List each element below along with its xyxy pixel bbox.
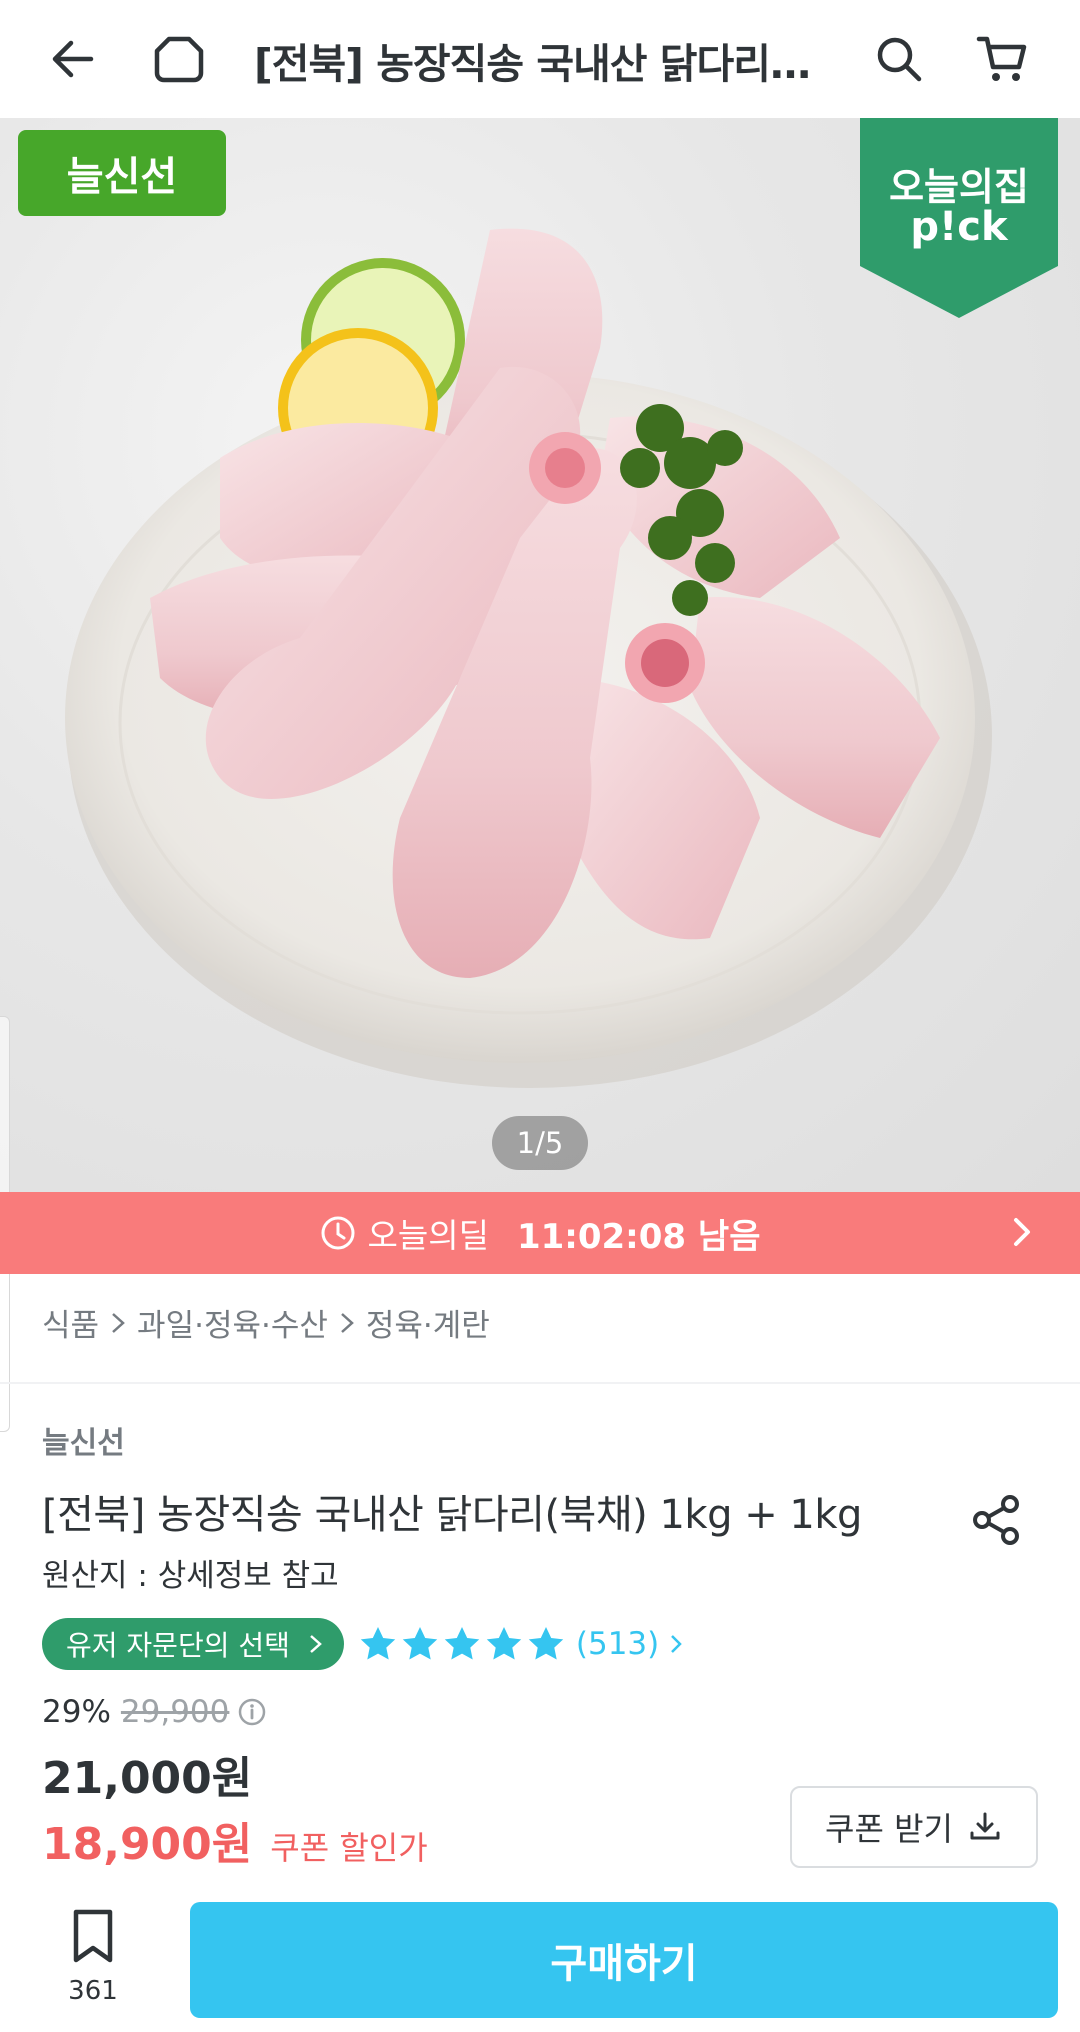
coupon-price-row: 18,900원 쿠폰 할인가 — [42, 1808, 428, 1872]
get-coupon-label: 쿠폰 받기 — [825, 1810, 953, 1848]
buy-button[interactable]: 구매하기 — [190, 1902, 1058, 2018]
home-icon[interactable] — [146, 26, 212, 92]
brand-name[interactable]: 늘신선 — [42, 1418, 125, 1462]
chevron-right-icon — [341, 1312, 354, 1333]
bottom-action-bar: 361 구매하기 — [0, 1890, 1080, 2032]
chevron-right-icon — [112, 1312, 125, 1333]
coupon-price-label: 쿠폰 할인가 — [270, 1829, 428, 1867]
ohouse-pick-badge: 오늘의집 p!ck — [860, 118, 1058, 318]
chevron-right-icon — [671, 1635, 683, 1653]
info-icon[interactable] — [237, 1697, 267, 1727]
coupon-price: 18,900원 — [42, 1819, 253, 1870]
star-icon — [486, 1627, 522, 1660]
review-count-link[interactable]: (513) — [576, 1626, 659, 1662]
top-app-bar: [전북] 농장직송 국내산 닭다리(북채) 1kg + 1kg — [0, 0, 1080, 118]
user-panel-choice-badge[interactable]: 유저 자문단의 선택 — [42, 1618, 344, 1670]
breadcrumb-item-meat[interactable]: 정육·계란 — [366, 1300, 490, 1345]
chevron-right-icon — [310, 1635, 322, 1653]
product-image-carousel[interactable]: 늘신선 오늘의집 p!ck 1/5 — [0, 118, 1080, 1192]
sale-price: 21,000원 — [42, 1753, 253, 1804]
pick-badge-line2: p!ck — [910, 204, 1008, 250]
user-panel-choice-label: 유저 자문단의 선택 — [66, 1629, 290, 1662]
deal-countdown: 11:02:08 남음 — [516, 1216, 761, 1257]
breadcrumb: 식품 과일·정육·수산 정육·계란 — [42, 1300, 490, 1345]
image-pager: 1/5 — [492, 1116, 588, 1170]
header-title: [전북] 농장직송 국내산 닭다리(북채) 1kg + 1kg — [254, 40, 828, 88]
download-icon — [970, 1812, 1000, 1840]
todays-deal-bar[interactable]: 오늘의딜 11:02:08 남음 — [0, 1192, 1080, 1274]
section-divider — [0, 1382, 1080, 1384]
original-price: 29,900 — [120, 1694, 230, 1730]
cart-icon[interactable] — [970, 26, 1036, 92]
chevron-right-icon — [1014, 1218, 1030, 1246]
bookmark-icon — [73, 1909, 113, 1963]
bookmark-count: 361 — [68, 1976, 118, 2006]
breadcrumb-item-fresh[interactable]: 과일·정육·수산 — [137, 1300, 328, 1345]
discount-rate: 29% — [42, 1694, 111, 1730]
breadcrumb-item-food[interactable]: 식품 — [42, 1300, 99, 1345]
pick-badge-line1: 오늘의집 — [889, 165, 1029, 209]
clock-icon — [321, 1216, 354, 1250]
review-summary: 유저 자문단의 선택 (513) — [42, 1618, 685, 1670]
star-icon — [402, 1627, 438, 1660]
back-arrow-icon[interactable] — [40, 26, 106, 92]
share-icon[interactable] — [966, 1490, 1026, 1550]
get-coupon-button[interactable]: 쿠폰 받기 — [790, 1786, 1038, 1868]
deal-label: 오늘의딜 — [367, 1216, 489, 1255]
star-icon — [360, 1627, 396, 1660]
star-icon — [528, 1627, 564, 1660]
search-icon[interactable] — [866, 26, 932, 92]
star-icon — [444, 1627, 480, 1660]
star-rating — [358, 1624, 568, 1664]
product-title: [전북] 농장직송 국내산 닭다리(북채) 1kg + 1kg — [42, 1492, 862, 1538]
bookmark-button[interactable]: 361 — [56, 1908, 130, 2006]
brand-badge: 늘신선 — [18, 130, 226, 216]
discount-row: 29% 29,900 — [42, 1694, 267, 1730]
origin-info: 원산지 : 상세정보 참고 — [42, 1558, 339, 1594]
